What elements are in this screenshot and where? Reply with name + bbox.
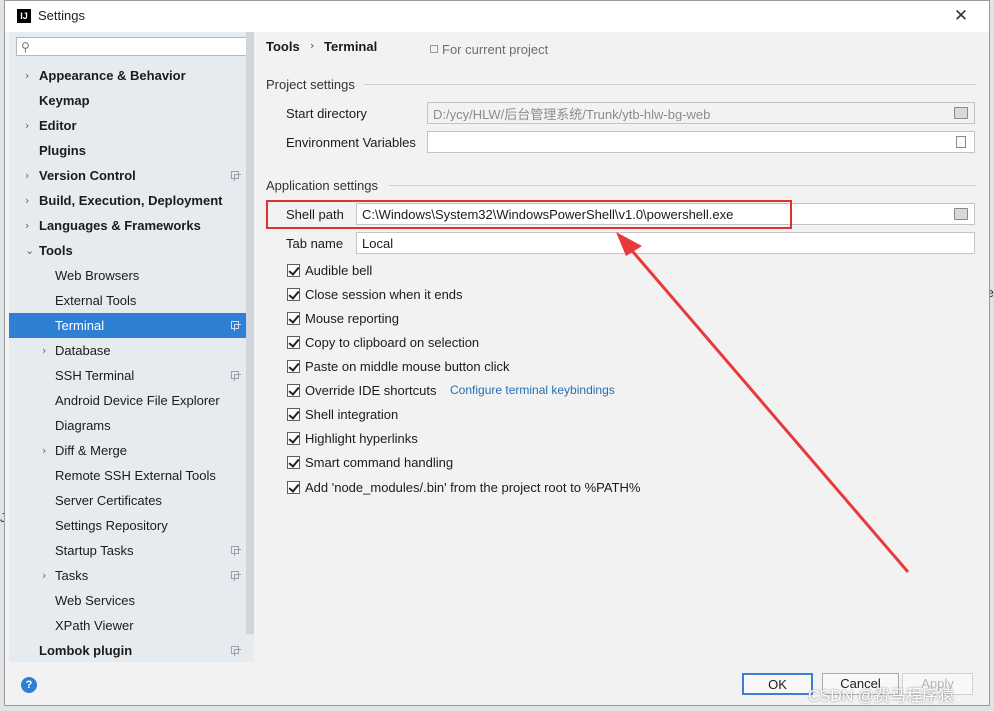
watermark: CSDN @费马程序猿 <box>808 688 955 705</box>
arrow-head <box>616 232 642 256</box>
arrow-shaft <box>626 245 910 573</box>
annotation-arrow <box>616 232 910 573</box>
